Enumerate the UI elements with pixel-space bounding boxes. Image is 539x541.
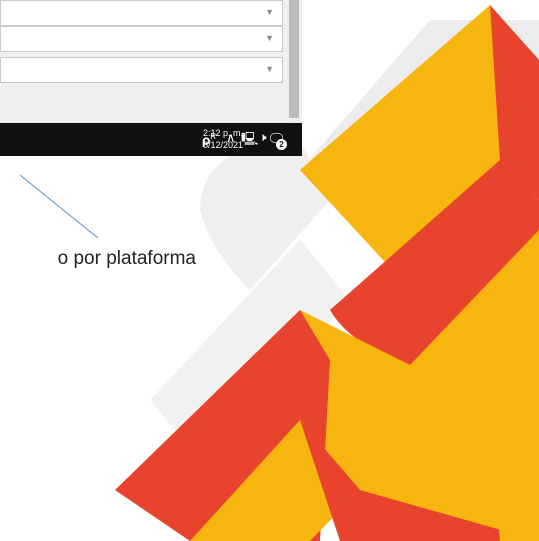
clock-date: 6/12/2021 bbox=[202, 140, 244, 150]
caption-text: o por plataforma bbox=[57, 248, 196, 269]
dropdown-3[interactable]: ▼ bbox=[0, 57, 283, 83]
volume-icon[interactable]: 🕨 bbox=[259, 130, 267, 145]
embedded-screenshot: ▼ ▼ ▼ 𝛒R ∧ 🖳 🕨 2:12 p. m. 6/12/2021 🗨 2 bbox=[0, 0, 302, 156]
chevron-down-icon: ▼ bbox=[265, 7, 274, 17]
chevron-down-icon: ▼ bbox=[265, 33, 274, 43]
system-clock[interactable]: 2:12 p. m. 6/12/2021 bbox=[198, 127, 248, 151]
clock-time: 2:12 p. m. bbox=[202, 128, 244, 138]
chevron-down-icon: ▼ bbox=[265, 64, 274, 74]
windows-taskbar: 𝛒R ∧ 🖳 🕨 2:12 p. m. 6/12/2021 🗨 2 bbox=[0, 123, 302, 156]
vertical-scrollbar[interactable] bbox=[286, 0, 302, 123]
caption-text-container: o por plataforma bbox=[0, 248, 300, 278]
dropdown-1[interactable]: ▼ bbox=[0, 0, 283, 26]
dialog-panel: ▼ ▼ ▼ bbox=[0, 0, 286, 123]
callout-line bbox=[19, 174, 99, 239]
dropdown-2[interactable]: ▼ bbox=[0, 26, 283, 52]
scrollbar-thumb[interactable] bbox=[289, 0, 299, 118]
notification-count-badge: 2 bbox=[276, 139, 287, 150]
